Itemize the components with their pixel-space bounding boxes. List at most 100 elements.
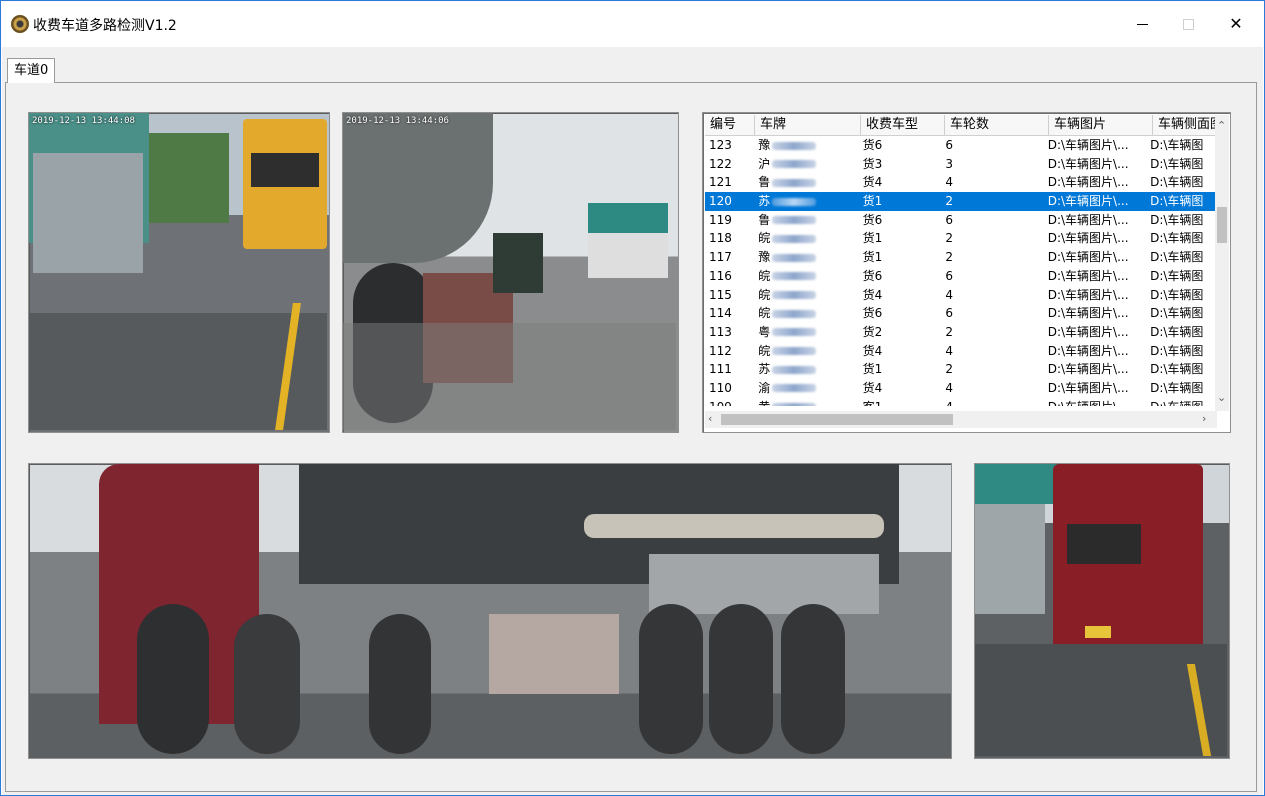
- plate-blur-mask: [772, 141, 817, 150]
- table-cell-id: 110: [705, 379, 754, 398]
- column-header-id[interactable]: 编号: [705, 115, 755, 135]
- plate-blur-mask: [772, 253, 817, 262]
- horizontal-scroll-thumb[interactable]: [721, 414, 953, 425]
- table-row[interactable]: 119 鲁 货6 6 D:\车辆图片\... D:\车辆图: [705, 211, 1217, 230]
- table-cell-id: 109: [705, 398, 754, 406]
- table-row[interactable]: 116 皖 货6 6 D:\车辆图片\... D:\车辆图: [705, 267, 1217, 286]
- column-header-vehicle-type[interactable]: 收费车型: [861, 115, 945, 135]
- cell-text: 3: [945, 156, 953, 171]
- table-row[interactable]: 122 沪 货3 3 D:\车辆图片\... D:\车辆图: [705, 155, 1217, 174]
- cell-text: 2: [945, 324, 953, 339]
- table-row[interactable]: 123 豫 货6 6 D:\车辆图片\... D:\车辆图: [705, 136, 1217, 155]
- table-cell-type: 货4: [859, 173, 942, 192]
- table-cell-side: D:\车辆图: [1146, 286, 1217, 305]
- scroll-down-icon[interactable]: ⌄: [1217, 391, 1226, 405]
- cell-text: D:\车辆图: [1150, 400, 1203, 406]
- window-title: 收费车道多路检测V1.2: [33, 18, 177, 34]
- table-row[interactable]: 109 黄 客1 4 D:\车辆图片\... D:\车辆图: [705, 398, 1217, 406]
- cell-text: D:\车辆图片\...: [1047, 231, 1129, 246]
- cell-text: D:\车辆图片\...: [1047, 268, 1129, 283]
- cell-text: 豫: [758, 138, 771, 152]
- cell-text: 货1: [862, 362, 883, 377]
- table-row[interactable]: 117 豫 货1 2 D:\车辆图片\... D:\车辆图: [705, 248, 1217, 267]
- column-header-image[interactable]: 车辆图片: [1049, 115, 1153, 135]
- cell-text: 货4: [862, 287, 883, 302]
- table-cell-plate: 鲁: [754, 211, 858, 230]
- table-cell-img: D:\车辆图片\...: [1044, 398, 1146, 406]
- vertical-scrollbar[interactable]: ⌃ ⌄: [1215, 115, 1229, 411]
- table-cell-wheels: 2: [941, 360, 1043, 379]
- table-cell-img: D:\车辆图片\...: [1044, 155, 1146, 174]
- cell-text: D:\车辆图: [1150, 268, 1204, 283]
- table-cell-type: 货1: [859, 192, 942, 211]
- table-rows: 123 豫货6 6 D:\车辆图片\... D:\车辆图 122 沪货3 3 D:\车辆图片\.…: [705, 136, 1217, 406]
- table-row[interactable]: 114 皖 货6 6 D:\车辆图片\... D:\车辆图: [705, 304, 1217, 323]
- cell-text: 119: [709, 212, 732, 227]
- table-cell-side: D:\车辆图: [1146, 211, 1217, 230]
- cell-text: 2: [945, 194, 953, 209]
- cell-text: 货6: [862, 268, 883, 283]
- cell-text: 货4: [862, 343, 883, 358]
- vertical-scroll-thumb[interactable]: [1217, 207, 1227, 243]
- scroll-left-icon[interactable]: ‹: [708, 412, 712, 426]
- table-cell-plate: 皖: [754, 229, 858, 248]
- table-row[interactable]: 110 渝 货4 4 D:\车辆图片\... D:\车辆图: [705, 379, 1217, 398]
- table-row[interactable]: 111 苏 货1 2 D:\车辆图片\... D:\车辆图: [705, 360, 1217, 379]
- cell-text: 2: [945, 362, 953, 377]
- cell-text: D:\车辆图片\...: [1047, 175, 1129, 190]
- table-cell-plate: 皖: [754, 267, 858, 286]
- plate-blur-mask: [772, 365, 817, 374]
- cell-text: D:\车辆图片\...: [1047, 306, 1129, 321]
- main-window: 收费车道多路检测V1.2 ✕ 车道0 2019-12-13 13:44:08 2…: [0, 0, 1265, 796]
- tab-lane-0[interactable]: 车道0: [7, 58, 56, 83]
- table-cell-img: D:\车辆图片\...: [1044, 286, 1146, 305]
- column-header-plate[interactable]: 车牌: [755, 115, 861, 135]
- table-cell-wheels: 2: [941, 229, 1043, 248]
- table-row[interactable]: 112 皖 货4 4 D:\车辆图片\... D:\车辆图: [705, 342, 1217, 361]
- table-cell-wheels: 4: [941, 398, 1043, 406]
- plate-blur-mask: [772, 384, 817, 393]
- table-cell-side: D:\车辆图: [1146, 173, 1217, 192]
- cell-text: 116: [709, 268, 732, 283]
- table-cell-type: 货6: [859, 136, 942, 155]
- table-cell-plate: 苏: [754, 192, 858, 211]
- table-cell-img: D:\车辆图片\...: [1044, 267, 1146, 286]
- cell-text: 沪: [758, 156, 771, 171]
- table-cell-side: D:\车辆图: [1146, 248, 1217, 267]
- table-cell-type: 货2: [859, 323, 942, 342]
- table-cell-plate: 粤: [754, 323, 858, 342]
- cell-text: 4: [945, 175, 953, 190]
- table-cell-side: D:\车辆图: [1146, 267, 1217, 286]
- cell-text: 货6: [862, 212, 883, 227]
- minimize-button[interactable]: [1119, 9, 1165, 39]
- table-row[interactable]: 120 苏 货1 2 D:\车辆图片\... D:\车辆图: [705, 192, 1217, 211]
- cell-text: 鲁: [758, 212, 771, 227]
- vehicle-records-table[interactable]: 编号 车牌 收费车型 车轮数 车辆图片 车辆侧面图 123 豫货6 6 D:\车辆图片…: [702, 112, 1231, 433]
- table-row[interactable]: 113 粤 货2 2 D:\车辆图片\... D:\车辆图: [705, 323, 1217, 342]
- table-cell-id: 111: [705, 360, 754, 379]
- scroll-up-icon[interactable]: ⌃: [1217, 119, 1226, 133]
- table-row[interactable]: 118 皖 货1 2 D:\车辆图片\... D:\车辆图: [705, 229, 1217, 248]
- horizontal-scrollbar[interactable]: ‹ ›: [705, 411, 1217, 428]
- table-cell-type: 货4: [859, 342, 942, 361]
- plate-blur-mask: [772, 328, 817, 337]
- table-cell-plate: 鲁: [754, 173, 858, 192]
- scroll-right-icon[interactable]: ›: [1202, 412, 1206, 426]
- title-bar[interactable]: 收费车道多路检测V1.2 ✕: [1, 1, 1264, 47]
- cell-text: 皖: [758, 343, 771, 358]
- table-cell-type: 货1: [859, 229, 942, 248]
- plate-blur-mask: [772, 309, 817, 318]
- table-cell-img: D:\车辆图片\...: [1044, 248, 1146, 267]
- table-cell-side: D:\车辆图: [1146, 398, 1217, 406]
- plate-blur-mask: [772, 272, 817, 281]
- cell-text: 皖: [758, 287, 771, 302]
- column-header-wheels[interactable]: 车轮数: [945, 115, 1049, 135]
- table-cell-id: 114: [705, 304, 754, 323]
- close-icon: ✕: [1229, 14, 1243, 33]
- table-row[interactable]: 121 鲁 货4 4 D:\车辆图片\... D:\车辆图: [705, 173, 1217, 192]
- cell-text: D:\车辆图片\...: [1047, 156, 1129, 171]
- table-cell-wheels: 4: [941, 342, 1043, 361]
- close-button[interactable]: ✕: [1213, 9, 1259, 39]
- table-row[interactable]: 115 皖 货4 4 D:\车辆图片\... D:\车辆图: [705, 286, 1217, 305]
- table-cell-wheels: 6: [941, 136, 1043, 155]
